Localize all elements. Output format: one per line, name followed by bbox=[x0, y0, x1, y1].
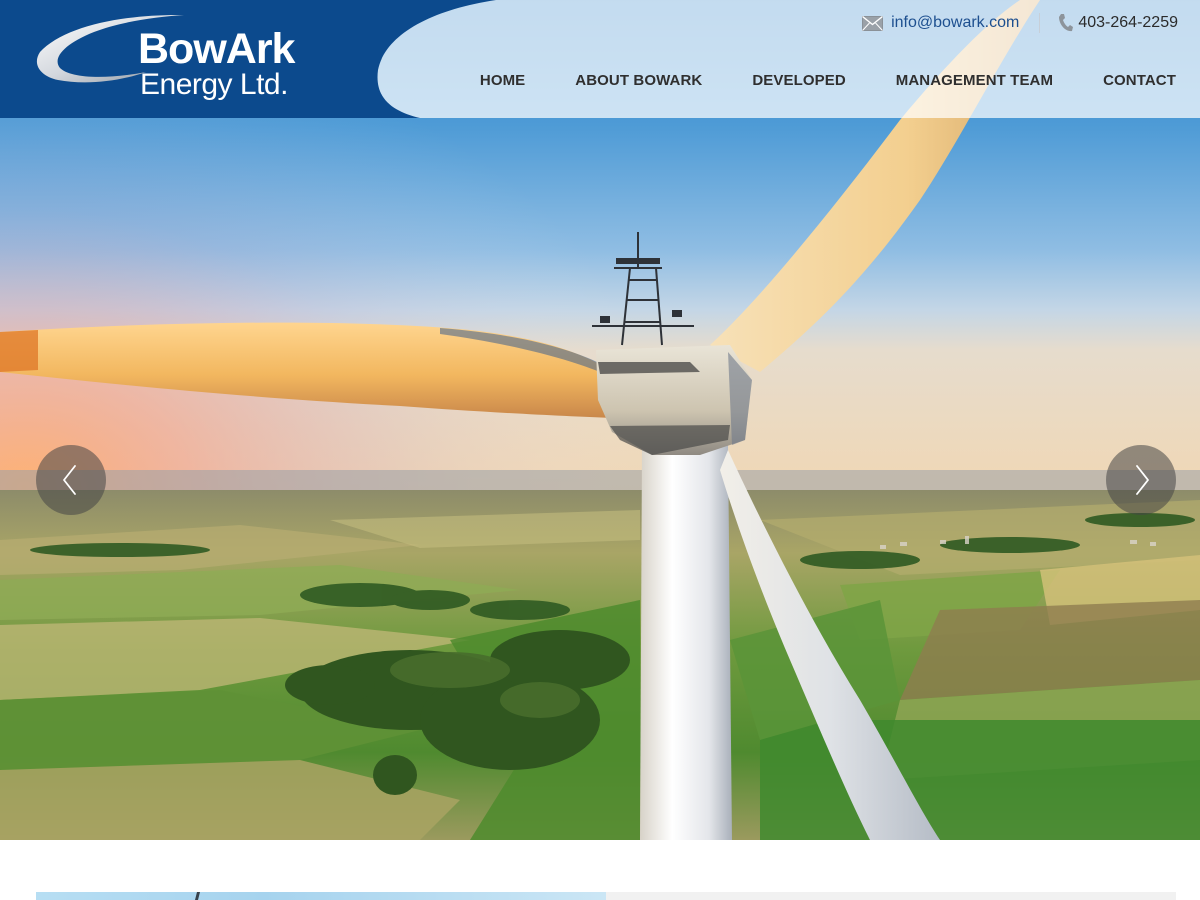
contact-phone-text: 403-264-2259 bbox=[1078, 14, 1178, 31]
feature-image-preview bbox=[36, 892, 606, 900]
slider-prev-button[interactable] bbox=[36, 445, 106, 515]
phone-icon bbox=[1059, 14, 1074, 32]
brand-logo[interactable]: BowArk Energy Ltd. bbox=[34, 12, 364, 104]
feature-panel-preview bbox=[606, 892, 1176, 900]
nav-item-management-team[interactable]: MANAGEMENT TEAM bbox=[896, 72, 1053, 89]
contact-email-text: info@bowark.com bbox=[891, 14, 1020, 31]
hero-image bbox=[0, 0, 1200, 840]
hero-slider bbox=[0, 0, 1200, 840]
slider-next-button[interactable] bbox=[1106, 445, 1176, 515]
chevron-left-icon bbox=[63, 465, 76, 495]
main-nav: HOME ABOUT BOWARK DEVELOPED MANAGEMENT T… bbox=[480, 72, 1176, 89]
chevron-right-icon bbox=[1136, 465, 1149, 495]
brand-name: BowArk bbox=[138, 25, 295, 73]
contact-email-link[interactable]: info@bowark.com bbox=[862, 14, 1019, 32]
brand-subtitle: Energy Ltd. bbox=[140, 68, 288, 101]
nav-item-about-bowark[interactable]: ABOUT BOWARK bbox=[575, 72, 702, 89]
nav-item-developed[interactable]: DEVELOPED bbox=[752, 72, 845, 89]
turbine-mast-preview bbox=[195, 892, 200, 900]
mail-icon bbox=[862, 15, 884, 31]
nav-item-contact[interactable]: CONTACT bbox=[1103, 72, 1176, 89]
nav-item-home[interactable]: HOME bbox=[480, 72, 525, 89]
site-header: BowArk Energy Ltd. info@bowark.com 403-2… bbox=[0, 0, 1200, 118]
contact-phone-link[interactable]: 403-264-2259 bbox=[1058, 13, 1178, 33]
contact-bar: info@bowark.com 403-264-2259 bbox=[862, 10, 1178, 36]
contact-divider bbox=[1039, 13, 1041, 33]
